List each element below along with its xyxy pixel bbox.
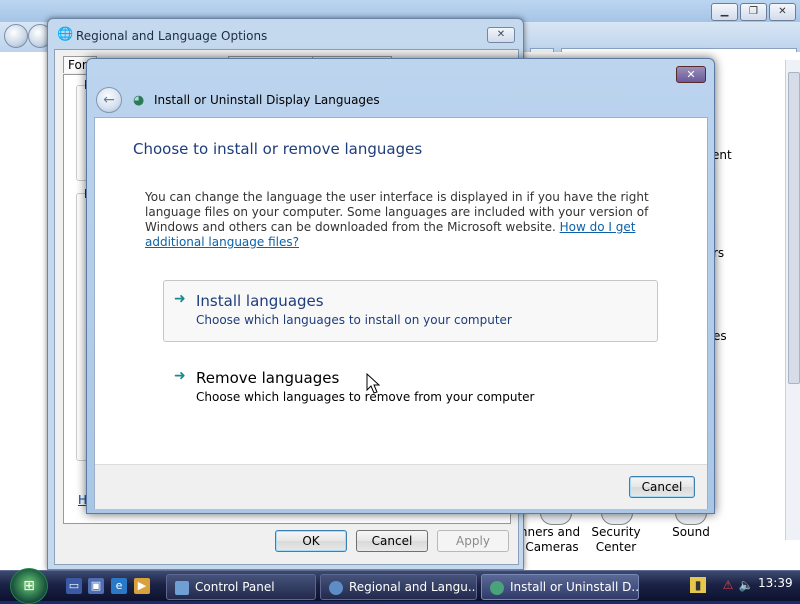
apply-button[interactable]: Apply (437, 530, 509, 552)
icon-label-line: Security (591, 525, 641, 539)
cancel-button[interactable]: Cancel (356, 530, 428, 552)
icon-label-line: Cameras (525, 540, 579, 554)
maximize-button[interactable]: ❐ (740, 3, 767, 21)
icon-label-scanners[interactable]: nners and Cameras (519, 525, 581, 555)
language-globe-icon (490, 580, 504, 595)
taskbar: ⊞ ▭ ▣ e ▶ Control Panel Regional and Lan… (0, 568, 800, 604)
panel-text-fragment: es (713, 329, 727, 343)
back-nav-icon[interactable] (4, 24, 28, 48)
close-button[interactable]: ✕ (769, 3, 796, 21)
task-label: Regional and Langu... (349, 580, 477, 594)
switch-windows-icon[interactable]: ▣ (88, 578, 104, 594)
remove-languages-option[interactable]: ➜ Remove languages Choose which language… (163, 357, 658, 419)
arrow-right-icon: ➜ (174, 368, 186, 384)
sidebar-item[interactable]: Cla (28, 93, 47, 107)
internet-explorer-icon[interactable]: e (111, 578, 127, 594)
show-desktop-icon[interactable]: ▭ (66, 578, 82, 594)
install-languages-window: ✕ ← ◕ Install or Uninstall Display Langu… (86, 58, 715, 514)
control-panel-icon (175, 580, 189, 595)
page-title: Choose to install or remove languages (133, 140, 423, 158)
globe-icon: 🌐 (57, 27, 74, 42)
control-panel-scrollbar[interactable] (785, 60, 800, 540)
arrow-right-icon: ➜ (174, 291, 186, 307)
icon-label-sound[interactable]: Sound (666, 525, 716, 540)
task-label: Install or Uninstall D... (510, 580, 639, 594)
install-option-title: Install languages (196, 292, 324, 310)
regional-close-button[interactable]: ✕ (487, 27, 515, 43)
dialog-footer: Cancel (95, 464, 707, 509)
media-player-icon[interactable]: ▶ (134, 578, 150, 594)
sidebar-bullet: • (0, 93, 8, 107)
install-languages-option[interactable]: ➜ Install languages Choose which languag… (163, 280, 658, 342)
notification-flag-icon[interactable]: ▮ (690, 577, 706, 593)
control-panel-sidebar: Co • Cla (0, 55, 50, 155)
taskbar-item-control-panel[interactable]: Control Panel (166, 574, 316, 600)
ok-button[interactable]: OK (275, 530, 347, 552)
language-globe-icon: ◕ (133, 93, 145, 108)
icon-label-line: Sound (672, 525, 710, 539)
cancel-button[interactable]: Cancel (629, 476, 695, 498)
taskbar-item-regional[interactable]: Regional and Langu... (320, 574, 477, 600)
description-text: You can change the language the user int… (145, 190, 690, 250)
install-dialog-content: Choose to install or remove languages Yo… (94, 117, 708, 509)
sidebar-item[interactable]: Co (8, 71, 24, 85)
scrollbar-thumb[interactable] (788, 72, 800, 384)
regional-window-title: Regional and Language Options (76, 29, 268, 43)
taskbar-item-install-languages[interactable]: Install or Uninstall D... (481, 574, 639, 600)
remove-option-title: Remove languages (196, 369, 340, 387)
install-window-title: Install or Uninstall Display Languages (154, 93, 380, 107)
task-label: Control Panel (195, 580, 275, 594)
minimize-button[interactable]: ▁ (711, 3, 738, 21)
network-warning-icon[interactable]: ⚠ (720, 577, 736, 593)
install-option-subtitle: Choose which languages to install on you… (196, 313, 512, 327)
start-button[interactable]: ⊞ (10, 568, 48, 604)
clock[interactable]: 13:39 (758, 576, 793, 590)
back-arrow-icon[interactable]: ← (96, 87, 122, 113)
install-close-button[interactable]: ✕ (676, 66, 706, 83)
volume-muted-icon[interactable]: 🔈 (738, 577, 754, 593)
icon-label-line: Center (595, 540, 637, 554)
icon-label-line: nners and (519, 525, 581, 539)
icon-label-security[interactable]: Security Center (588, 525, 644, 555)
windows-logo-icon: ⊞ (23, 578, 35, 594)
globe-icon (329, 580, 343, 595)
